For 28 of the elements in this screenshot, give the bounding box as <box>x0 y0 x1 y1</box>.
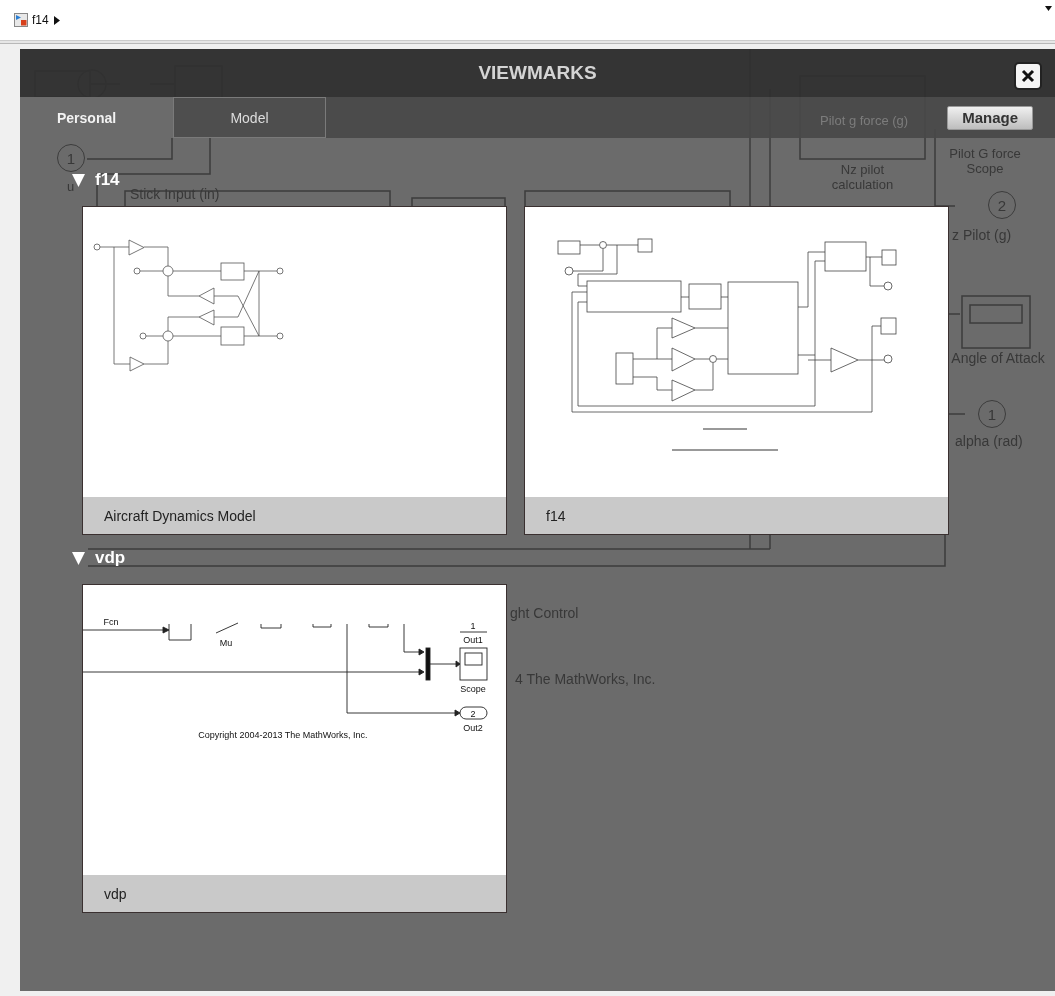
tab[interactable]: Model <box>173 97 326 138</box>
manage-button[interactable]: Manage <box>947 105 1033 130</box>
viewmark-caption: f14 <box>525 497 948 534</box>
copyright-text: Copyright 2004-2013 The MathWorks, Inc. <box>198 730 368 740</box>
caret-icon[interactable] <box>53 15 60 25</box>
viewmark-card[interactable]: Aircraft Dynamics Model <box>82 206 507 535</box>
block-label: Out1 <box>463 635 483 645</box>
close-icon[interactable] <box>1021 69 1035 83</box>
viewmark-card[interactable]: f14 <box>524 206 949 535</box>
expand-triangle-icon[interactable] <box>72 551 85 565</box>
viewmarks-title: VIEWMARKS <box>478 62 597 84</box>
viewmark-card[interactable]: Fcn Mu 1 Out1 Scope 2 Out2 Copyright 2004-2013 The MathWorks, Inc. vdp <box>82 584 507 913</box>
port-number: 2 <box>470 708 476 719</box>
block-label: Mu <box>219 638 233 648</box>
block-label: Out2 <box>463 723 483 733</box>
expand-triangle-icon[interactable] <box>72 173 85 187</box>
port-number: 1 <box>470 621 476 631</box>
group-name[interactable]: f14 <box>95 170 120 190</box>
block-label: Fcn <box>103 617 119 627</box>
tab[interactable]: Personal <box>20 97 173 138</box>
model-icon[interactable] <box>14 13 28 27</box>
viewmark-caption: Aircraft Dynamics Model <box>83 497 506 534</box>
dropdown-caret-icon[interactable] <box>1045 6 1052 11</box>
close-button[interactable] <box>1014 62 1042 90</box>
group-name[interactable]: vdp <box>95 548 126 568</box>
breadcrumb-model-name[interactable]: f14 <box>32 13 49 27</box>
block-label: Scope <box>460 684 486 694</box>
viewmark-caption: vdp <box>83 875 506 912</box>
